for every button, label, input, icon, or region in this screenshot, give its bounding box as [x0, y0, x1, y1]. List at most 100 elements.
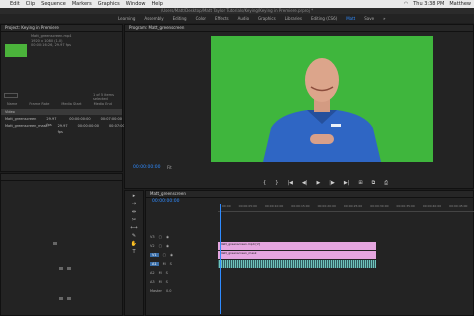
play-icon[interactable]: ▶ [316, 180, 320, 186]
lock-icon[interactable]: ▢ [159, 244, 162, 248]
razor-tool-icon[interactable]: ✂ [125, 217, 143, 223]
menu-window[interactable]: Window [126, 1, 146, 7]
video-clip-v2[interactable]: Matt_greenscreen.mp4 [V] [218, 242, 376, 250]
transport-controls: { } |◀ ◀| ▶ |▶ ▶| ⊞ ⧉ ⎙ [263, 180, 388, 186]
item-frame-rate: 29.97 fps [46, 117, 57, 127]
track-header-a3[interactable]: A3 M S [150, 278, 216, 286]
audio-clip-a1[interactable] [218, 260, 376, 268]
workspace-matt[interactable]: Matt [346, 16, 355, 21]
solo-icon[interactable]: S [166, 280, 168, 284]
eye-icon[interactable]: ◉ [166, 244, 169, 248]
search-input[interactable] [4, 93, 18, 98]
clip-thumbnail [5, 44, 27, 57]
menu-graphics[interactable]: Graphics [98, 1, 120, 7]
column-name[interactable]: Name [7, 102, 17, 108]
lock-icon[interactable]: ▢ [159, 235, 162, 239]
drag-handle-icon[interactable] [59, 267, 63, 270]
ruler-tick: 00:00:20:00 [317, 204, 336, 208]
project-tab[interactable]: Project: Keying in Premiere [1, 25, 122, 32]
video-preview[interactable] [211, 36, 433, 162]
lock-icon[interactable]: ▢ [163, 253, 166, 257]
drag-handle-icon[interactable] [53, 242, 57, 245]
menu-clip[interactable]: Clip [26, 1, 35, 7]
column-frame-rate[interactable]: Frame Rate [29, 102, 49, 108]
workspace-editing[interactable]: Editing [173, 16, 187, 21]
menu-help[interactable]: Help [152, 1, 163, 7]
step-forward-icon[interactable]: |▶ [329, 180, 335, 186]
item-name: Video [5, 110, 15, 114]
column-media-end[interactable]: Media End [94, 102, 112, 108]
ruler-tick: 00:00:15:00 [291, 204, 310, 208]
drag-handle-icon[interactable] [59, 297, 63, 300]
workspace-graphics[interactable]: Graphics [258, 16, 276, 21]
ruler-tick: 00:00:05:00 [238, 204, 257, 208]
clock[interactable]: Thu 3:38 PM [413, 1, 444, 7]
drag-handle-icon[interactable] [67, 267, 71, 270]
track-label: Master [150, 289, 162, 293]
program-timecode[interactable]: 00:00:00:00 [133, 165, 160, 170]
track-header-v1[interactable]: V1 ▢ ◉ [150, 251, 216, 259]
list-item[interactable]: Matt_greenscreen_mask 29.97 fps 00:00:00… [1, 123, 130, 134]
sequence-tab[interactable]: Matt_greenscreen [146, 191, 473, 198]
video-clip-v1[interactable]: Matt_greenscreen_mask [218, 251, 376, 259]
eye-icon[interactable]: ◉ [166, 235, 169, 239]
mute-icon[interactable]: M [159, 280, 162, 284]
workspace-overflow-icon[interactable]: » [383, 16, 385, 21]
item-frame-rate: 29.97 fps [57, 124, 68, 134]
list-item[interactable]: Matt_greenscreen 29.97 fps 00:00:00:00 0… [1, 116, 122, 127]
go-to-out-icon[interactable]: ▶| [344, 180, 350, 186]
ripple-edit-tool-icon[interactable]: ⇹ [125, 209, 143, 215]
track-header-master[interactable]: Master 0.0 [150, 287, 216, 295]
time-ruler[interactable]: 00:00 00:00:05:00 00:00:10:00 00:00:15:0… [218, 204, 474, 212]
clip-meta-name: Matt_greenscreen.mp4 [31, 34, 72, 38]
column-media-start[interactable]: Media Start [61, 102, 81, 108]
clip-meta-duration: 00:00:16:26, 29.97 fps [31, 43, 71, 47]
track-header-a1[interactable]: A1 M S [150, 260, 216, 268]
mute-icon[interactable]: M [163, 262, 166, 266]
workspace-assembly[interactable]: Assembly [144, 16, 163, 21]
solo-icon[interactable]: S [170, 262, 172, 266]
workspace-libraries[interactable]: Libraries [285, 16, 302, 21]
workspace-save[interactable]: Save [364, 16, 374, 21]
menu-edit[interactable]: Edit [10, 1, 20, 7]
track-label: V3 [150, 235, 155, 239]
wifi-icon[interactable]: ◠ [404, 1, 408, 7]
list-item[interactable]: Video [1, 109, 122, 115]
menu-markers[interactable]: Markers [72, 1, 92, 7]
mark-in-icon[interactable]: { [263, 180, 266, 186]
menubar-status: ◠ Thu 3:38 PM Matthew [404, 1, 474, 7]
step-back-icon[interactable]: ◀| [302, 180, 308, 186]
mute-icon[interactable]: M [159, 271, 162, 275]
user-name[interactable]: Matthew [449, 1, 471, 7]
type-tool-icon[interactable]: T [125, 249, 143, 255]
pen-tool-icon[interactable]: ✎ [125, 233, 143, 239]
slip-tool-icon[interactable]: ⟷ [125, 225, 143, 231]
drag-handle-icon[interactable] [67, 297, 71, 300]
menu-sequence[interactable]: Sequence [41, 1, 66, 7]
track-select-tool-icon[interactable]: ⇢ [125, 201, 143, 207]
go-to-in-icon[interactable]: |◀ [287, 180, 293, 186]
program-monitor-tab[interactable]: Program: Matt_greenscreen [125, 25, 473, 32]
workspace-audio[interactable]: Audio [238, 16, 249, 21]
track-header-a2[interactable]: A2 M S [150, 269, 216, 277]
workspace-color[interactable]: Color [196, 16, 206, 21]
eye-icon[interactable]: ◉ [170, 253, 173, 257]
track-header-v2[interactable]: V2 ▢ ◉ [150, 242, 216, 250]
mark-out-icon[interactable]: } [275, 180, 278, 186]
zoom-select[interactable]: Fit [167, 165, 172, 170]
media-browser-tab[interactable] [1, 174, 122, 181]
hand-tool-icon[interactable]: ✋ [125, 241, 143, 247]
workspace-learning[interactable]: Learning [118, 16, 135, 21]
master-volume[interactable]: 0.0 [166, 289, 172, 293]
solo-icon[interactable]: S [166, 271, 168, 275]
export-frame-icon[interactable]: ⎙ [384, 180, 388, 186]
timeline-timecode[interactable]: 00:00:00:00 [152, 199, 179, 204]
track-header-v3[interactable]: V3 ▢ ◉ [150, 233, 216, 241]
workspace-effects[interactable]: Effects [215, 16, 229, 21]
playhead[interactable] [220, 204, 221, 314]
selection-tool-icon[interactable]: ▸ [125, 193, 143, 199]
workspace-editing-cs6[interactable]: Editing (CS6) [311, 16, 337, 21]
item-media-start: 00:00:00:00 [69, 117, 91, 121]
extract-icon[interactable]: ⧉ [372, 180, 376, 186]
lift-icon[interactable]: ⊞ [358, 180, 362, 186]
